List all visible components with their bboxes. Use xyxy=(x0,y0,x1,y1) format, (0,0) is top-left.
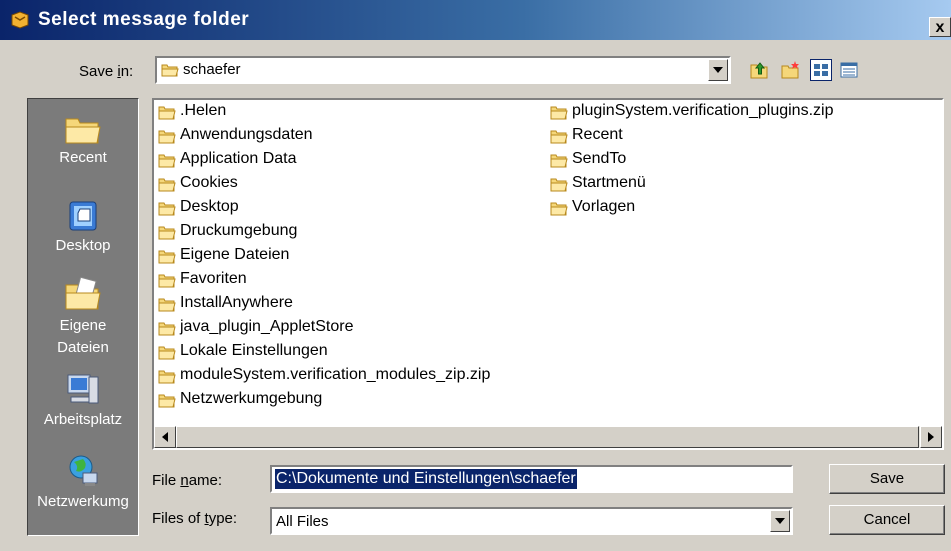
place-recent[interactable]: Recent xyxy=(28,113,138,166)
list-view-button[interactable] xyxy=(810,59,832,81)
recent-folder-icon xyxy=(65,118,101,144)
list-view-icon xyxy=(814,64,828,76)
place-my-documents[interactable]: Eigene Dateien xyxy=(28,277,138,359)
folder-icon xyxy=(158,106,176,120)
folder-icon xyxy=(550,106,568,120)
folder-icon xyxy=(550,178,568,192)
folder-name: Eigene Dateien xyxy=(180,246,290,263)
place-label: Arbeitsplatz xyxy=(43,411,123,428)
folder-icon xyxy=(158,346,176,360)
chevron-down-icon xyxy=(713,67,723,73)
folder-name: Recent xyxy=(572,126,623,143)
arrow-right-icon xyxy=(928,432,934,442)
folder-name: Anwendungsdaten xyxy=(180,126,313,143)
folder-name: InstallAnywhere xyxy=(180,294,293,311)
window-title: Select message folder xyxy=(38,9,250,30)
place-label: Recent xyxy=(59,149,107,166)
folder-name: Druckumgebung xyxy=(180,222,298,239)
folder-name: SendTo xyxy=(572,150,627,167)
files-of-type-combo[interactable]: All Files xyxy=(270,507,793,535)
files-of-type-label: Files of type: xyxy=(152,510,238,527)
folder-name: Cookies xyxy=(180,174,238,191)
folder-name: .Helen xyxy=(180,102,227,119)
file-name-value: C:\Dokumente und Einstellungen\schaefer xyxy=(275,469,577,489)
file-list[interactable]: .Helen Anwendungsdaten Application Data Coo… xyxy=(152,98,944,450)
details-view-icon[interactable] xyxy=(838,59,860,81)
file-name-input[interactable]: C:\Dokumente und Einstellungen\schaefer xyxy=(270,465,793,493)
places-bar: Recent Desktop Eigene Dateien Arbeitspla… xyxy=(27,98,139,536)
folder-icon xyxy=(158,322,176,336)
place-desktop[interactable]: Desktop xyxy=(28,199,138,254)
folder-icon xyxy=(161,64,179,77)
folder-icon xyxy=(158,274,176,288)
files-of-type-value: All Files xyxy=(276,513,329,530)
cancel-button[interactable]: Cancel xyxy=(829,505,945,535)
save-in-value: schaefer xyxy=(183,61,241,78)
close-icon: x xyxy=(935,19,945,36)
folder-name: Startmenü xyxy=(572,174,646,191)
folder-icon xyxy=(158,370,176,384)
place-label: Netzwerkumg xyxy=(37,493,129,510)
folder-name: Application Data xyxy=(180,150,297,167)
folder-name: moduleSystem.verification_modules_zip.zi… xyxy=(180,366,491,383)
folder-name: pluginSystem.verification_plugins.zip xyxy=(572,102,834,119)
folder-icon xyxy=(158,154,176,168)
save-button[interactable]: Save xyxy=(829,464,945,494)
folder-name: java_plugin_AppletStore xyxy=(180,318,354,335)
scroll-thumb[interactable] xyxy=(176,426,919,448)
arrow-left-icon xyxy=(162,432,168,442)
create-new-folder-icon[interactable] xyxy=(780,59,802,81)
folder-name: Netzwerkumgebung xyxy=(180,390,323,407)
folder-name: Vorlagen xyxy=(572,198,636,215)
save-in-dropdown-button[interactable] xyxy=(708,59,728,81)
my-computer-icon xyxy=(67,374,99,404)
folder-icon xyxy=(550,130,568,144)
title-bar: Select message folder x xyxy=(0,0,951,40)
folder-name: Desktop xyxy=(180,198,239,215)
files-of-type-dropdown-button[interactable] xyxy=(770,510,790,532)
place-label: Eigene Dateien xyxy=(57,317,109,356)
app-icon xyxy=(11,11,29,29)
scroll-right-button[interactable] xyxy=(920,426,942,448)
chevron-down-icon xyxy=(775,518,785,524)
folder-name: Lokale Einstellungen xyxy=(180,342,328,359)
file-name-label: File name: xyxy=(152,472,223,489)
folder-icon xyxy=(158,298,176,312)
desktop-icon xyxy=(69,201,97,231)
folder-icon xyxy=(158,394,176,408)
up-one-level-icon[interactable] xyxy=(748,59,770,81)
folder-icon xyxy=(550,154,568,168)
save-in-combo[interactable]: schaefer xyxy=(155,56,731,84)
folder-icon xyxy=(158,202,176,216)
folder-name: Favoriten xyxy=(180,270,247,287)
my-documents-icon xyxy=(65,277,101,310)
folder-icon xyxy=(158,130,176,144)
place-label: Desktop xyxy=(55,237,111,254)
place-my-computer[interactable]: Arbeitsplatz xyxy=(28,371,138,428)
place-network[interactable]: Netzwerkumg xyxy=(28,453,138,510)
horizontal-scrollbar[interactable] xyxy=(154,426,942,448)
scroll-left-button[interactable] xyxy=(154,426,176,448)
folder-icon xyxy=(158,178,176,192)
network-icon xyxy=(69,455,98,486)
save-in-label: Save in: xyxy=(79,63,134,80)
folder-icon xyxy=(158,226,176,240)
folder-icon xyxy=(550,202,568,216)
close-button[interactable]: x xyxy=(929,17,951,37)
folder-icon xyxy=(158,250,176,264)
